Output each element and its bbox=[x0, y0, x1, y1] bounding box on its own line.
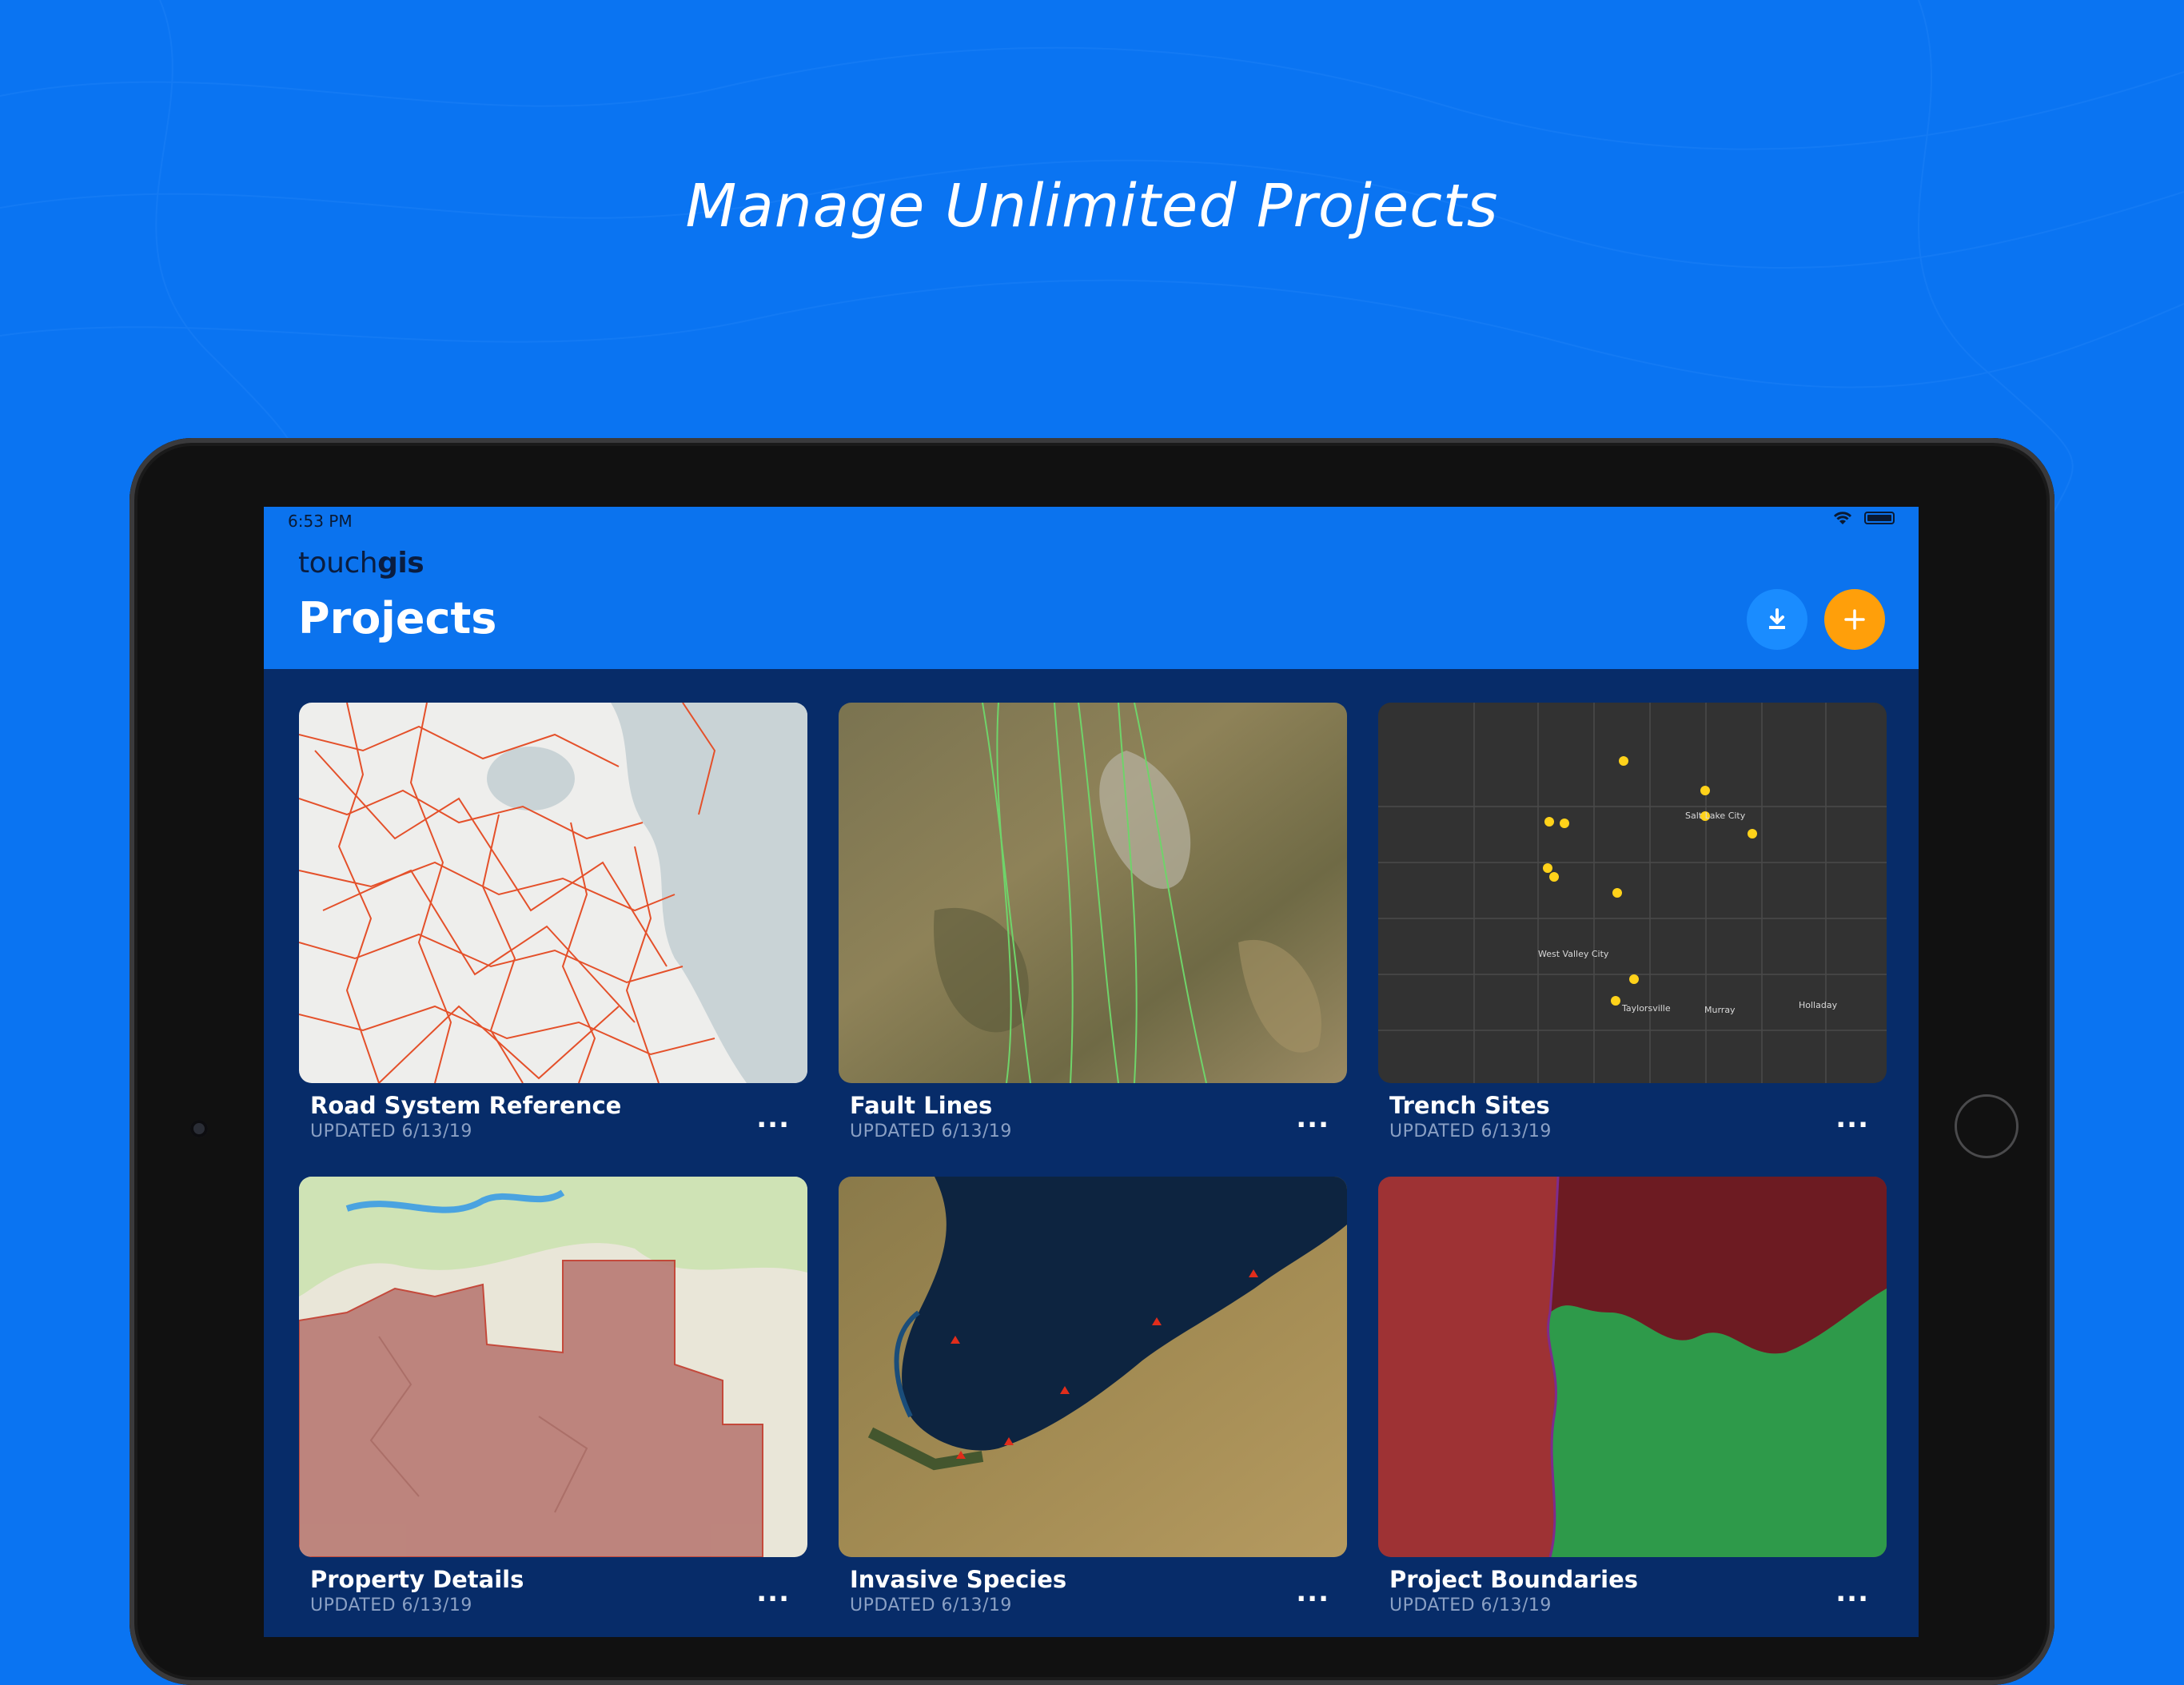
app-logo: touchgis bbox=[298, 547, 424, 580]
download-button[interactable] bbox=[1747, 589, 1807, 650]
project-thumbnail-dark-city[interactable]: Salt Lake City West Valley City Taylorsv… bbox=[1378, 703, 1887, 1083]
wifi-icon bbox=[1833, 512, 1852, 524]
map-label: Taylorsville bbox=[1621, 1003, 1671, 1014]
project-title: Trench Sites bbox=[1389, 1092, 1550, 1119]
map-label: Murray bbox=[1704, 1005, 1736, 1015]
more-options-button[interactable]: ... bbox=[1296, 1102, 1329, 1134]
project-title: Road System Reference bbox=[310, 1092, 622, 1119]
project-thumbnail-road-map[interactable] bbox=[299, 703, 807, 1083]
project-card: Project Boundaries UPDATED 6/13/19 ... bbox=[1378, 1177, 1887, 1615]
project-thumbnail-satellite[interactable] bbox=[839, 703, 1347, 1083]
more-options-button[interactable]: ... bbox=[1835, 1102, 1869, 1134]
project-updated-date: UPDATED 6/13/19 bbox=[1389, 1121, 1552, 1141]
plus-icon bbox=[1844, 609, 1865, 630]
project-card: Road System Reference UPDATED 6/13/19 ..… bbox=[299, 703, 807, 1141]
more-options-button[interactable]: ... bbox=[756, 1102, 790, 1134]
project-card: Property Details UPDATED 6/13/19 ... bbox=[299, 1177, 807, 1615]
map-label: West Valley City bbox=[1538, 949, 1609, 959]
download-icon bbox=[1769, 608, 1785, 629]
project-updated-date: UPDATED 6/13/19 bbox=[1389, 1595, 1552, 1615]
add-project-button[interactable] bbox=[1824, 589, 1885, 650]
home-button[interactable] bbox=[1955, 1094, 2019, 1158]
project-updated-date: UPDATED 6/13/19 bbox=[310, 1595, 472, 1615]
app-header: 6:53 PM touchgis Projects bbox=[264, 507, 1919, 669]
project-card: Fault Lines UPDATED 6/13/19 ... bbox=[839, 703, 1347, 1141]
status-icons bbox=[1832, 510, 1895, 526]
headline: Manage Unlimited Projects bbox=[685, 172, 1499, 241]
project-updated-date: UPDATED 6/13/19 bbox=[850, 1121, 1012, 1141]
project-title: Fault Lines bbox=[850, 1092, 993, 1119]
project-title: Invasive Species bbox=[850, 1566, 1067, 1593]
more-options-button[interactable]: ... bbox=[756, 1576, 790, 1608]
more-options-button[interactable]: ... bbox=[1296, 1576, 1329, 1608]
map-label: Holladay bbox=[1799, 1000, 1838, 1010]
project-thumbnail-lake-satellite[interactable] bbox=[839, 1177, 1347, 1557]
project-updated-date: UPDATED 6/13/19 bbox=[310, 1121, 472, 1141]
project-title: Property Details bbox=[310, 1566, 524, 1593]
app-screen: 6:53 PM touchgis Projects Road System Re… bbox=[264, 507, 1919, 1637]
battery-icon bbox=[1864, 512, 1895, 524]
status-time: 6:53 PM bbox=[288, 512, 353, 531]
front-camera bbox=[190, 1120, 208, 1137]
project-card: Invasive Species UPDATED 6/13/19 ... bbox=[839, 1177, 1347, 1615]
project-title: Project Boundaries bbox=[1389, 1566, 1639, 1593]
project-thumbnail-zones[interactable] bbox=[1378, 1177, 1887, 1557]
map-label: Salt Lake City bbox=[1685, 811, 1746, 821]
project-updated-date: UPDATED 6/13/19 bbox=[850, 1595, 1012, 1615]
page-title: Projects bbox=[298, 593, 497, 643]
project-thumbnail-terrain[interactable] bbox=[299, 1177, 807, 1557]
project-card: Salt Lake City West Valley City Taylorsv… bbox=[1378, 703, 1887, 1141]
more-options-button[interactable]: ... bbox=[1835, 1576, 1869, 1608]
